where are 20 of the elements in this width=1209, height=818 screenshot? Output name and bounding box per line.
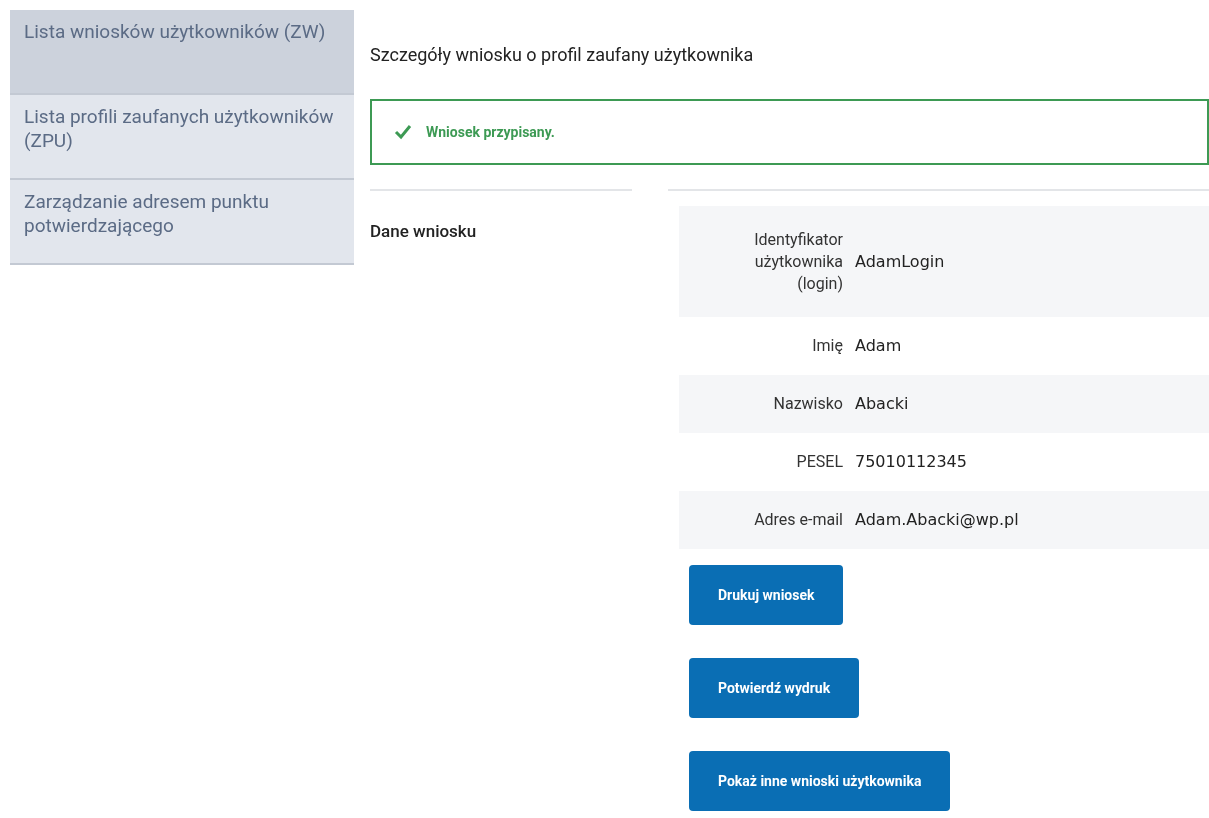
- checkmark-icon: [394, 124, 412, 140]
- field-value: Adam: [855, 335, 902, 357]
- section-title: Dane wniosku: [370, 221, 477, 241]
- sidebar-item[interactable]: Zarządzanie adresem punktu potwierdzającego: [10, 180, 354, 265]
- field-label: PESEL: [795, 451, 843, 473]
- action-button[interactable]: Drukuj wniosek: [689, 565, 844, 625]
- field-value: 75010112345: [855, 451, 967, 473]
- page-title: Szczegóły wniosku o profil zaufany użytkownika: [370, 43, 755, 67]
- field-value: AdamLogin: [855, 250, 945, 273]
- action-button[interactable]: Pokaż inne wnioski użytkownika: [689, 751, 951, 811]
- field-value: Abacki: [855, 393, 909, 415]
- sidebar-item[interactable]: Lista profili zaufanych użytkowników (ZPU): [10, 95, 354, 180]
- field-label: Nazwisko: [772, 393, 843, 415]
- action-button[interactable]: Potwierdź wydruk: [689, 658, 860, 718]
- field-label: Imię: [811, 335, 843, 357]
- field-label: Identyfikator użytkownika (login): [753, 228, 843, 295]
- alert-message: Wniosek przypisany.: [426, 122, 555, 142]
- field-label: Adres e-mail: [753, 509, 843, 531]
- sidebar-item[interactable]: Lista wniosków użytkowników (ZW): [10, 10, 354, 95]
- field-value: Adam.Abacki@wp.pl: [855, 509, 1019, 531]
